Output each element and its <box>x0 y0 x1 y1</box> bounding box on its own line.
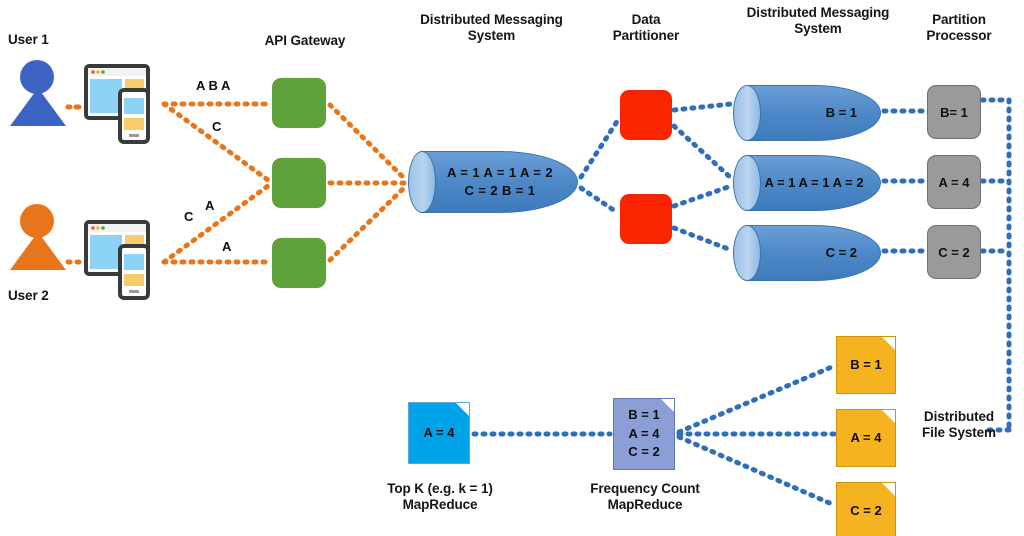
partition-topic-a-cylinder[interactable]: A = 1 A = 1 A = 2 <box>733 155 881 211</box>
partition-topic-a-text: A = 1 A = 1 A = 2 <box>764 175 864 191</box>
file-doc-b-text: B = 1 <box>850 356 882 372</box>
flow-label-c-upper: C <box>212 119 222 134</box>
frequency-count-doc-text: B = 1 A = 4 C = 2 <box>628 406 660 460</box>
partition-topic-b-text: B = 1 <box>825 105 857 121</box>
api-gateway-node-2[interactable] <box>272 158 326 208</box>
file-doc-a[interactable]: A = 4 <box>836 409 896 467</box>
file-doc-a-text: A = 4 <box>850 429 882 445</box>
partition-topic-b-cylinder[interactable]: B = 1 <box>733 85 881 141</box>
page-fold-icon <box>882 483 895 496</box>
file-doc-b[interactable]: B = 1 <box>836 336 896 394</box>
api-gateway-node-1[interactable] <box>272 78 326 128</box>
device-user-1 <box>84 62 166 151</box>
top-k-caption: Top K (e.g. k = 1) MapReduce <box>387 481 493 512</box>
flow-label-c-lower: C <box>184 209 194 224</box>
header-dms-left: Distributed Messaging System <box>420 12 563 43</box>
partition-topic-c-text: C = 2 <box>825 245 857 261</box>
header-data-partitioner: Data Partitioner <box>612 12 680 43</box>
data-partitioner-node-1[interactable] <box>620 90 672 140</box>
header-partition-processor: Partition Processor <box>926 12 992 43</box>
partition-processor-a[interactable]: A = 4 <box>927 155 981 209</box>
page-fold-icon <box>882 337 895 350</box>
frequency-count-caption: Frequency Count MapReduce <box>590 481 700 512</box>
page-fold-icon <box>661 399 674 412</box>
ingest-topic-text: A = 1 A = 1 A = 2 C = 2 B = 1 <box>447 165 553 198</box>
partition-topic-c-cylinder[interactable]: C = 2 <box>733 225 881 281</box>
file-doc-c[interactable]: C = 2 <box>836 482 896 536</box>
architecture-diagram: API Gateway Distributed Messaging System… <box>0 0 1024 536</box>
flow-label-a-diagonal: A <box>205 198 215 213</box>
frequency-count-doc[interactable]: B = 1 A = 4 C = 2 <box>613 398 675 470</box>
flow-label-aba: A B A <box>196 78 231 93</box>
data-partitioner-node-2[interactable] <box>620 194 672 244</box>
header-api-gateway: API Gateway <box>264 33 346 48</box>
header-dms-right: Distributed Messaging System <box>746 5 890 36</box>
top-k-doc[interactable]: A = 4 <box>408 402 470 464</box>
distributed-file-system-label: Distributed File System <box>922 409 996 440</box>
partition-processor-b[interactable]: B= 1 <box>927 85 981 139</box>
page-fold-icon <box>882 410 895 423</box>
page-fold-icon <box>456 403 469 416</box>
user-2-label: User 2 <box>8 288 49 303</box>
device-user-2 <box>84 218 166 307</box>
user-2-body <box>10 232 66 270</box>
file-doc-c-text: C = 2 <box>850 502 882 518</box>
api-gateway-node-3[interactable] <box>272 238 326 288</box>
user-1-label: User 1 <box>8 32 49 47</box>
user-1-body <box>10 88 66 126</box>
ingest-topic-cylinder[interactable]: A = 1 A = 1 A = 2 C = 2 B = 1 <box>408 151 578 213</box>
partition-processor-c[interactable]: C = 2 <box>927 225 981 279</box>
top-k-doc-text: A = 4 <box>423 424 455 440</box>
flow-label-a: A <box>222 239 232 254</box>
